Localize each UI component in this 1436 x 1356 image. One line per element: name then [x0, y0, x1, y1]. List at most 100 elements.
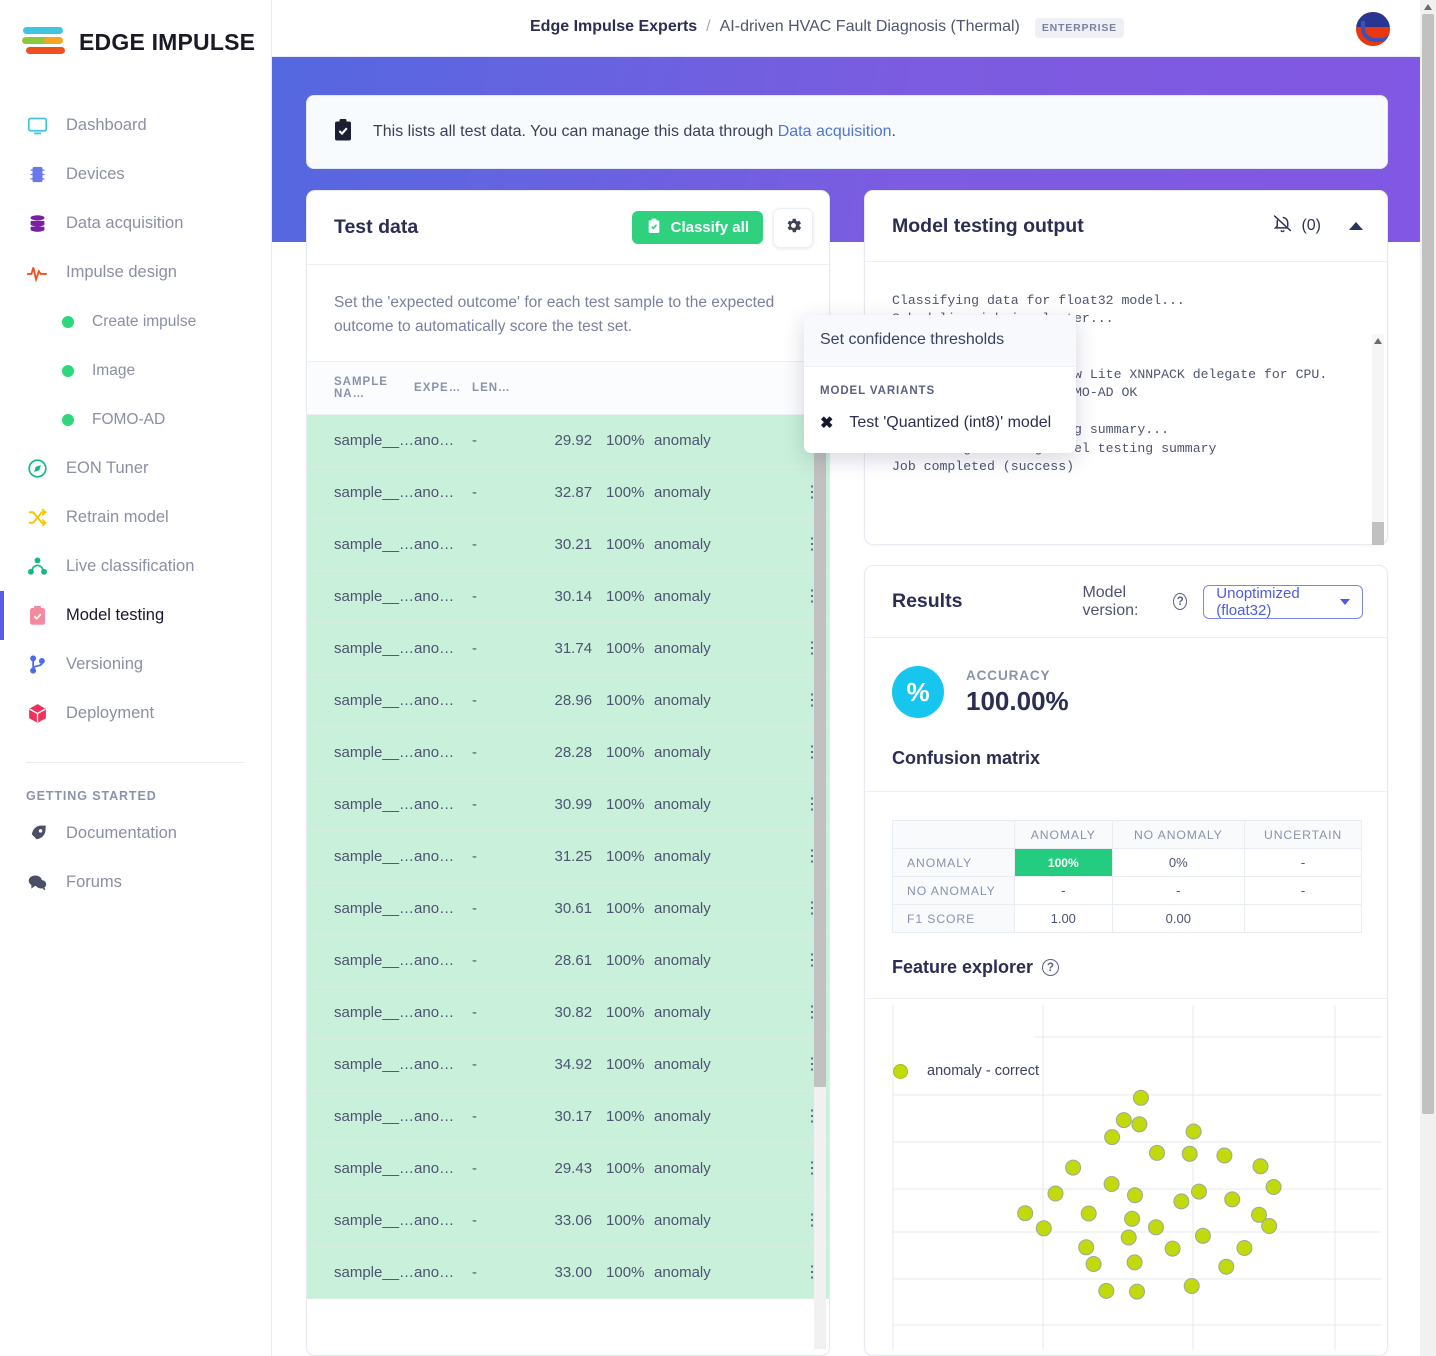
confusion-cell: 0.00 — [1111, 904, 1246, 933]
table-row[interactable]: sample__… ano… -28.28 100% anomaly ⋮ — [307, 726, 829, 780]
cell-sample-name: sample__… — [307, 1246, 415, 1300]
sidebar-item-label: Forums — [66, 873, 122, 891]
table-row[interactable]: sample__… ano… -29.43 100% anomaly ⋮ — [307, 1142, 829, 1196]
table-scrollbar[interactable] — [814, 429, 826, 1349]
classify-all-button[interactable]: Classify all — [631, 211, 763, 244]
dot-icon — [62, 315, 74, 328]
confusion-matrix-row: ANOMALY 100% 0% - — [892, 848, 1362, 877]
menu-item-set-confidence-thresholds[interactable]: Set confidence thresholds — [804, 315, 1076, 367]
sidebar-nav: Dashboard Devices Data acquisition Impul… — [0, 101, 271, 907]
sidebar-item-versioning[interactable]: Versioning — [0, 640, 271, 689]
cell-accuracy: 100% — [592, 1090, 655, 1144]
table-row[interactable]: sample__… ano… -34.92 100% anomaly ⋮ — [307, 1038, 829, 1092]
sidebar-item-impulse-design[interactable]: Impulse design — [0, 248, 271, 297]
page-scrollbar[interactable] — [1420, 0, 1436, 1356]
table-row[interactable]: sample__… ano… -28.96 100% anomaly ⋮ — [307, 674, 829, 728]
chevron-up-icon[interactable] — [1349, 222, 1363, 230]
cell-accuracy: 100% — [592, 518, 655, 572]
data-acquisition-link[interactable]: Data acquisition — [778, 123, 892, 140]
settings-gear-button[interactable] — [773, 207, 813, 248]
sidebar-item-deployment[interactable]: Deployment — [0, 689, 271, 738]
cell-length: - — [472, 778, 517, 832]
cell-accuracy: 100% — [592, 1194, 655, 1248]
console-scrollbar[interactable] — [1372, 334, 1384, 545]
cell-length: - — [472, 986, 517, 1040]
scatter-point — [1127, 1187, 1143, 1204]
table-row[interactable]: sample__… ano… -31.25 100% anomaly ⋮ — [307, 830, 829, 884]
console-scrollbar-thumb[interactable] — [1372, 522, 1384, 545]
column-value[interactable] — [516, 362, 593, 416]
column-result[interactable] — [654, 362, 795, 416]
breadcrumb-project[interactable]: AI-driven HVAC Fault Diagnosis (Thermal) — [720, 18, 1020, 36]
scatter-point — [1173, 1193, 1190, 1210]
sidebar-item-create-impulse[interactable]: Create impulse — [0, 297, 271, 346]
page-scrollbar-thumb[interactable] — [1422, 14, 1434, 1114]
confusion-row-header: F1 SCORE — [892, 904, 1015, 933]
cell-accuracy: 100% — [592, 934, 655, 988]
feature-explorer-title: Feature explorer ? — [865, 933, 1387, 999]
sidebar-item-documentation[interactable]: Documentation — [0, 809, 271, 858]
table-row[interactable]: sample__… ano… -30.99 100% anomaly ⋮ — [307, 778, 829, 832]
cell-result: anomaly — [654, 414, 795, 468]
sidebar-item-dashboard[interactable]: Dashboard — [0, 101, 271, 150]
table-row[interactable]: sample__… ano… -33.00 100% anomaly ⋮ — [307, 1246, 829, 1300]
sidebar-item-image[interactable]: Image — [0, 346, 271, 395]
scatter-point — [1035, 1220, 1052, 1237]
cell-length: - — [472, 1142, 517, 1196]
sidebar-item-live-classification[interactable]: Live classification — [0, 542, 271, 591]
database-icon — [26, 213, 48, 235]
sidebar-item-retrain-model[interactable]: Retrain model — [0, 493, 271, 542]
menu-item-test-quantized-model[interactable]: ✖ Test 'Quantized (int8)' model — [804, 407, 1076, 441]
breadcrumb-org[interactable]: Edge Impulse Experts — [530, 18, 697, 36]
cell-expected: ano… — [414, 518, 473, 572]
rocket-icon — [26, 823, 48, 845]
question-icon[interactable]: ? — [1173, 593, 1188, 610]
plot-legend: anomaly - correct — [893, 1063, 1039, 1079]
brand-logo[interactable]: EDGE IMPULSE — [0, 0, 271, 59]
feature-explorer-plot[interactable]: anomaly - correct — [865, 999, 1389, 1356]
clipboard-check-icon — [331, 117, 355, 148]
table-row[interactable]: sample__… ano… -32.87 100% anomaly ⋮ — [307, 466, 829, 520]
cell-sample-name: sample__… — [307, 778, 415, 832]
scatter-point — [1183, 1278, 1200, 1294]
cell-expected: ano… — [414, 726, 473, 780]
table-row[interactable]: sample__… ano… -30.21 100% anomaly ⋮ — [307, 518, 829, 572]
accuracy-value: 100.00% — [966, 685, 1069, 716]
table-row[interactable]: sample__… ano… -30.14 100% anomaly ⋮ — [307, 570, 829, 624]
table-row[interactable]: sample__… ano… -28.61 100% anomaly ⋮ — [307, 934, 829, 988]
cell-accuracy: 100% — [592, 882, 655, 936]
scatter-point — [1132, 1089, 1149, 1106]
cell-sample-name: sample__… — [307, 674, 415, 728]
column-sample-name[interactable]: SAMPLE NA… — [307, 362, 415, 416]
sidebar-item-model-testing[interactable]: Model testing — [0, 591, 271, 640]
sidebar-item-data-acquisition[interactable]: Data acquisition — [0, 199, 271, 248]
app-root: EDGE IMPULSE Dashboard Devices Data acqu… — [0, 0, 1436, 1356]
sidebar-item-eon-tuner[interactable]: EON Tuner — [0, 444, 271, 493]
main-content: This lists all test data. You can manage… — [272, 57, 1420, 1356]
question-icon[interactable]: ? — [1042, 959, 1060, 976]
column-accuracy[interactable] — [592, 362, 655, 416]
table-scrollbar-thumb[interactable] — [814, 447, 826, 1087]
table-row[interactable]: sample__… ano… -30.61 100% anomaly ⋮ — [307, 882, 829, 936]
cell-length: - — [472, 1246, 517, 1300]
cell-sample-name: sample__… — [307, 934, 415, 988]
table-row[interactable]: sample__… ano… -30.17 100% anomaly ⋮ — [307, 1090, 829, 1144]
avatar[interactable] — [1356, 12, 1390, 46]
column-expected[interactable]: EXPE… — [414, 362, 473, 416]
notification-count: (0) — [1301, 217, 1321, 234]
model-version-select[interactable]: Unoptimized (float32) — [1203, 584, 1363, 619]
edge-impulse-logo-icon — [22, 25, 66, 59]
table-row[interactable]: sample__…ano…-29.92100%anomaly⋮ — [307, 414, 829, 468]
cell-accuracy: 100% — [592, 778, 655, 832]
column-length[interactable]: LEN… — [472, 362, 517, 416]
confusion-cell — [1244, 904, 1362, 933]
notifications-toggle[interactable]: (0) — [1272, 213, 1321, 239]
sidebar-item-forums[interactable]: Forums — [0, 858, 271, 907]
sidebar-item-fomo-ad[interactable]: FOMO-AD — [0, 395, 271, 444]
cell-result: anomaly — [654, 1194, 795, 1248]
table-row[interactable]: sample__… ano… -31.74 100% anomaly ⋮ — [307, 622, 829, 676]
table-row[interactable]: sample__… ano… -33.06 100% anomaly ⋮ — [307, 1194, 829, 1248]
sidebar-item-devices[interactable]: Devices — [0, 150, 271, 199]
scatter-point — [1164, 1240, 1181, 1257]
table-row[interactable]: sample__… ano… -30.82 100% anomaly ⋮ — [307, 986, 829, 1040]
